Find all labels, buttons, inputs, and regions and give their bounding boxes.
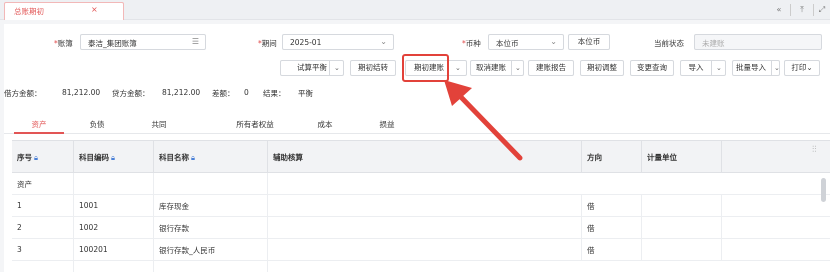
column-unit[interactable]: 计量单位 bbox=[642, 141, 722, 173]
pin-top-icon[interactable]: ⤒ bbox=[795, 3, 809, 17]
column-direction[interactable]: 方向 bbox=[582, 141, 642, 173]
status-label: 当前状态 bbox=[654, 39, 684, 48]
result-value: 平衡 bbox=[298, 89, 313, 98]
account-grid: 序号 🔒︎ 科目编码 🔒︎ 科目名称 🔒︎ 辅助核算 方向 计量单位 ⫶⫶ 资产 1 … bbox=[12, 140, 830, 272]
table-row[interactable]: 1 1001 库存现金 借 bbox=[12, 195, 830, 217]
tab-general-ledger-opening[interactable]: 总账期初 × bbox=[4, 2, 124, 20]
column-settings-icon[interactable]: ⫶⫶ bbox=[812, 145, 817, 155]
group-row[interactable]: 资产 bbox=[12, 173, 830, 195]
debit-label: 借方金额： bbox=[4, 89, 42, 98]
period-select[interactable]: 2025-01 ⌄ bbox=[282, 34, 394, 50]
import-button[interactable]: 导入 ⌄ bbox=[680, 60, 726, 76]
lock-icon: 🔒︎ bbox=[191, 153, 195, 162]
currency-label: *币种 bbox=[462, 39, 481, 48]
collapse-icon[interactable]: « bbox=[772, 3, 786, 17]
lock-icon: 🔒︎ bbox=[111, 153, 115, 162]
opening-settle-button[interactable]: 期初结转 bbox=[350, 60, 396, 76]
divider bbox=[813, 4, 814, 16]
highlight-frame bbox=[402, 54, 449, 82]
column-seq[interactable]: 序号 🔒︎ bbox=[12, 141, 74, 173]
tab-common[interactable]: 共同 bbox=[134, 119, 184, 130]
debit-value: 81,212.00 bbox=[62, 88, 101, 97]
tab-equity[interactable]: 所有者权益 bbox=[222, 119, 288, 130]
tab-cost[interactable]: 成本 bbox=[300, 119, 350, 130]
chevron-down-icon: ⌄ bbox=[380, 37, 387, 46]
table-row[interactable] bbox=[12, 261, 830, 272]
chevron-down-icon[interactable]: ⌄ bbox=[774, 61, 780, 75]
chevron-down-icon[interactable]: ⌄ bbox=[455, 61, 461, 75]
chevron-down-icon: ⌄ bbox=[806, 63, 813, 72]
cancel-build-button[interactable]: 取消建账 ⌄ bbox=[470, 60, 524, 76]
active-tab-indicator bbox=[14, 132, 64, 134]
change-query-button[interactable]: 变更查询 bbox=[630, 60, 674, 76]
currency-base-button[interactable]: 本位币 bbox=[568, 34, 610, 50]
period-label: *期间 bbox=[258, 39, 277, 48]
opening-adjust-button[interactable]: 期初调整 bbox=[580, 60, 624, 76]
tab-assets[interactable]: 资产 bbox=[14, 119, 64, 130]
table-row[interactable]: 2 1002 银行存款 借 bbox=[12, 217, 830, 239]
column-name[interactable]: 科目名称 🔒︎ bbox=[154, 141, 268, 173]
vertical-scrollbar[interactable] bbox=[821, 178, 826, 202]
chevron-down-icon[interactable]: ⌄ bbox=[334, 61, 340, 75]
divider bbox=[790, 4, 791, 16]
lock-icon: 🔒︎ bbox=[34, 153, 38, 162]
tab-bar: 总账期初 × « ⤒ ⤢ bbox=[0, 0, 830, 20]
table-row[interactable]: 3 100201 银行存款_人民币 借 bbox=[12, 239, 830, 261]
trial-balance-button[interactable]: 试算平衡 ⌄ bbox=[280, 60, 344, 76]
column-code[interactable]: 科目编码 🔒︎ bbox=[74, 141, 154, 173]
chevron-down-icon[interactable]: ⌄ bbox=[716, 61, 722, 75]
tab-title: 总账期初 bbox=[14, 7, 44, 16]
column-aux[interactable]: 辅助核算 bbox=[268, 141, 582, 173]
list-icon[interactable]: ☰ bbox=[192, 37, 199, 46]
credit-label: 贷方金额： bbox=[112, 89, 150, 98]
credit-value: 81,212.00 bbox=[162, 88, 201, 97]
diff-value: 0 bbox=[244, 88, 249, 97]
print-button[interactable]: 打印⌄ bbox=[784, 60, 820, 76]
build-report-button[interactable]: 建账报告 bbox=[528, 60, 574, 76]
batch-import-button[interactable]: 批量导入 ⌄ bbox=[732, 60, 780, 76]
expand-icon[interactable]: ⤢ bbox=[815, 3, 829, 17]
status-field: 未建账 bbox=[694, 34, 822, 50]
table-header: 序号 🔒︎ 科目编码 🔒︎ 科目名称 🔒︎ 辅助核算 方向 计量单位 ⫶⫶ bbox=[12, 141, 830, 173]
tab-profit-loss[interactable]: 损益 bbox=[362, 119, 412, 130]
diff-label: 差额： bbox=[212, 89, 235, 98]
main-panel: *账簿 泰洁_集团账簿 ☰ *期间 2025-01 ⌄ *币种 本位币 ⌄ 本位… bbox=[4, 24, 830, 272]
ledger-label: *账簿 bbox=[54, 39, 73, 48]
currency-select[interactable]: 本位币 ⌄ bbox=[488, 34, 564, 50]
category-tabs: 资产 负债 共同 所有者权益 成本 损益 bbox=[4, 112, 830, 134]
chevron-down-icon: ⌄ bbox=[550, 37, 557, 46]
result-label: 结果： bbox=[263, 89, 286, 98]
tab-liabilities[interactable]: 负债 bbox=[72, 119, 122, 130]
close-icon[interactable]: × bbox=[91, 5, 98, 14]
ledger-field[interactable]: 泰洁_集团账簿 ☰ bbox=[80, 34, 206, 50]
chevron-down-icon[interactable]: ⌄ bbox=[515, 61, 521, 75]
